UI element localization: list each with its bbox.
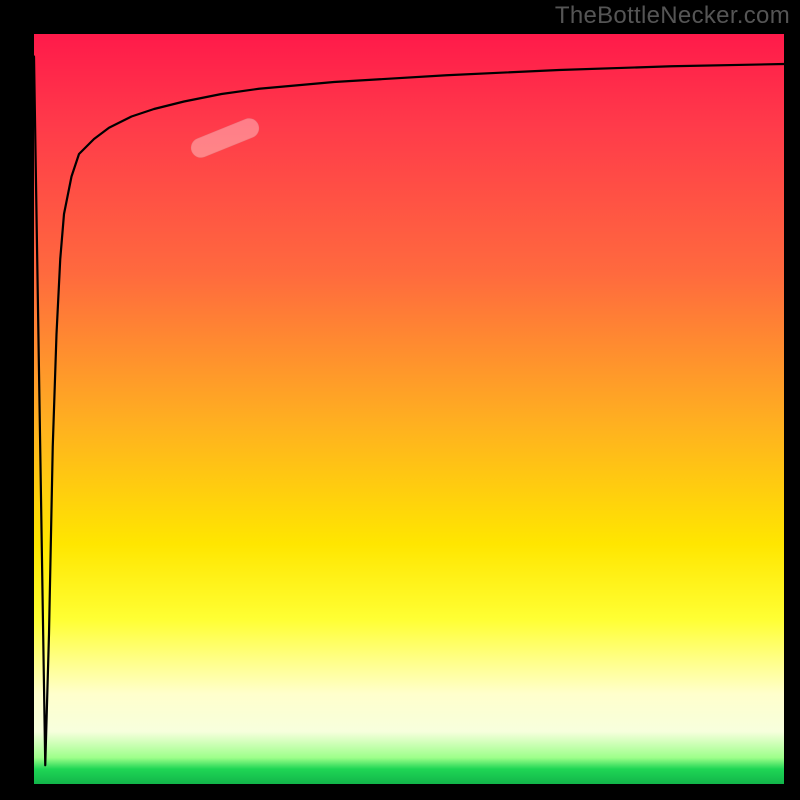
chart-frame: TheBottleNecker.com [0,0,800,800]
highlight-segment [188,115,262,161]
plot-area [34,34,784,784]
curve-path [34,57,784,766]
attribution-label: TheBottleNecker.com [555,2,790,30]
bottleneck-curve [34,34,784,784]
